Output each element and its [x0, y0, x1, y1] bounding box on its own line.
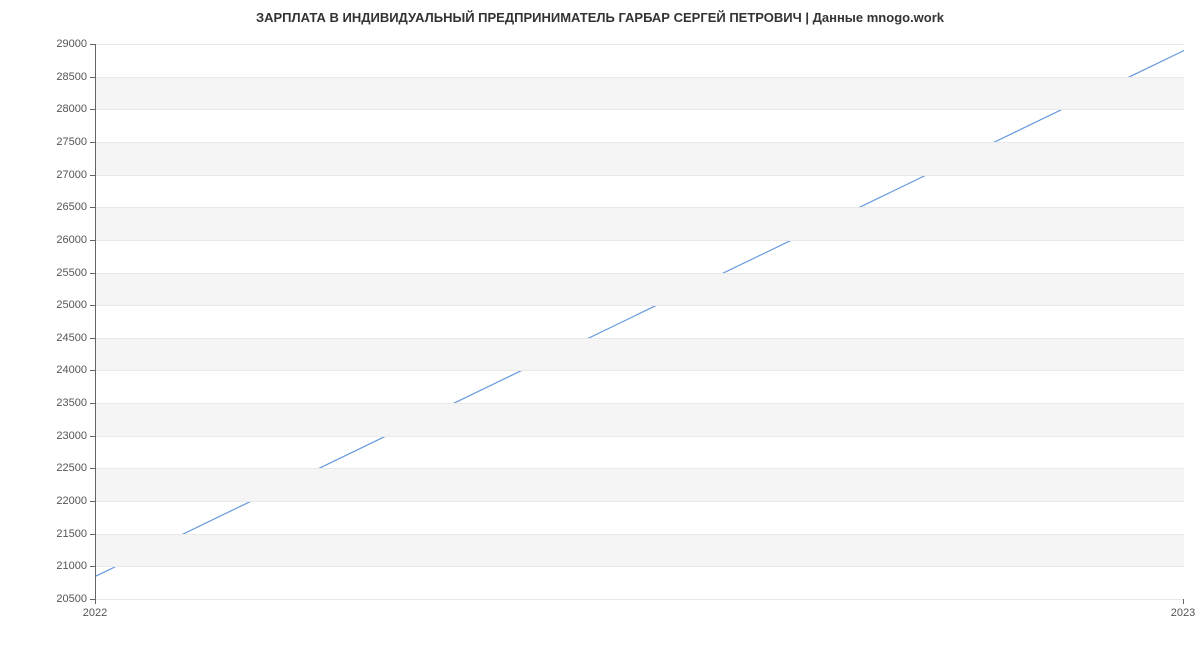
y-tick-label: 27500: [39, 137, 87, 148]
y-grid-line: [96, 175, 1184, 176]
y-tick: [90, 44, 95, 45]
y-grid-line: [96, 436, 1184, 437]
y-tick-label: 21500: [39, 529, 87, 540]
grid-band: [96, 534, 1184, 567]
y-tick: [90, 436, 95, 437]
x-tick-label: 2023: [1171, 607, 1195, 619]
y-tick-label: 20500: [39, 594, 87, 605]
y-grid-line: [96, 599, 1184, 600]
grid-band: [96, 77, 1184, 110]
y-grid-line: [96, 142, 1184, 143]
y-tick: [90, 403, 95, 404]
y-tick-label: 28000: [39, 104, 87, 115]
y-tick-label: 23500: [39, 398, 87, 409]
y-tick: [90, 77, 95, 78]
y-tick: [90, 370, 95, 371]
y-tick: [90, 305, 95, 306]
y-tick: [90, 468, 95, 469]
y-tick: [90, 240, 95, 241]
y-tick: [90, 175, 95, 176]
y-tick-label: 27000: [39, 170, 87, 181]
y-tick-label: 21000: [39, 561, 87, 572]
y-grid-line: [96, 338, 1184, 339]
x-tick: [1183, 599, 1184, 604]
y-grid-line: [96, 44, 1184, 45]
y-tick-label: 22500: [39, 463, 87, 474]
y-grid-line: [96, 305, 1184, 306]
y-tick-label: 28500: [39, 72, 87, 83]
grid-band: [96, 273, 1184, 306]
y-tick-label: 29000: [39, 39, 87, 50]
y-tick: [90, 207, 95, 208]
y-grid-line: [96, 534, 1184, 535]
grid-band: [96, 403, 1184, 436]
y-grid-line: [96, 501, 1184, 502]
y-grid-line: [96, 566, 1184, 567]
y-tick: [90, 501, 95, 502]
chart-title: ЗАРПЛАТА В ИНДИВИДУАЛЬНЫЙ ПРЕДПРИНИМАТЕЛ…: [0, 10, 1200, 25]
y-tick: [90, 534, 95, 535]
grid-band: [96, 338, 1184, 371]
y-grid-line: [96, 207, 1184, 208]
y-grid-line: [96, 109, 1184, 110]
plot-area: [95, 44, 1184, 600]
y-tick: [90, 273, 95, 274]
y-tick-label: 25500: [39, 268, 87, 279]
y-grid-line: [96, 403, 1184, 404]
y-tick: [90, 109, 95, 110]
y-grid-line: [96, 273, 1184, 274]
chart-container: ЗАРПЛАТА В ИНДИВИДУАЛЬНЫЙ ПРЕДПРИНИМАТЕЛ…: [0, 0, 1200, 650]
x-tick: [95, 599, 96, 604]
grid-band: [96, 207, 1184, 240]
y-grid-line: [96, 370, 1184, 371]
x-tick-label: 2022: [83, 607, 107, 619]
y-grid-line: [96, 468, 1184, 469]
y-tick-label: 26500: [39, 202, 87, 213]
y-grid-line: [96, 77, 1184, 78]
y-tick-label: 25000: [39, 300, 87, 311]
y-tick-label: 22000: [39, 496, 87, 507]
line-series: [96, 44, 1184, 599]
y-grid-line: [96, 240, 1184, 241]
y-tick-label: 24500: [39, 333, 87, 344]
y-tick: [90, 142, 95, 143]
y-tick-label: 26000: [39, 235, 87, 246]
y-tick: [90, 566, 95, 567]
y-tick-label: 24000: [39, 365, 87, 376]
y-tick-label: 23000: [39, 431, 87, 442]
grid-band: [96, 468, 1184, 501]
y-tick: [90, 338, 95, 339]
grid-band: [96, 142, 1184, 175]
